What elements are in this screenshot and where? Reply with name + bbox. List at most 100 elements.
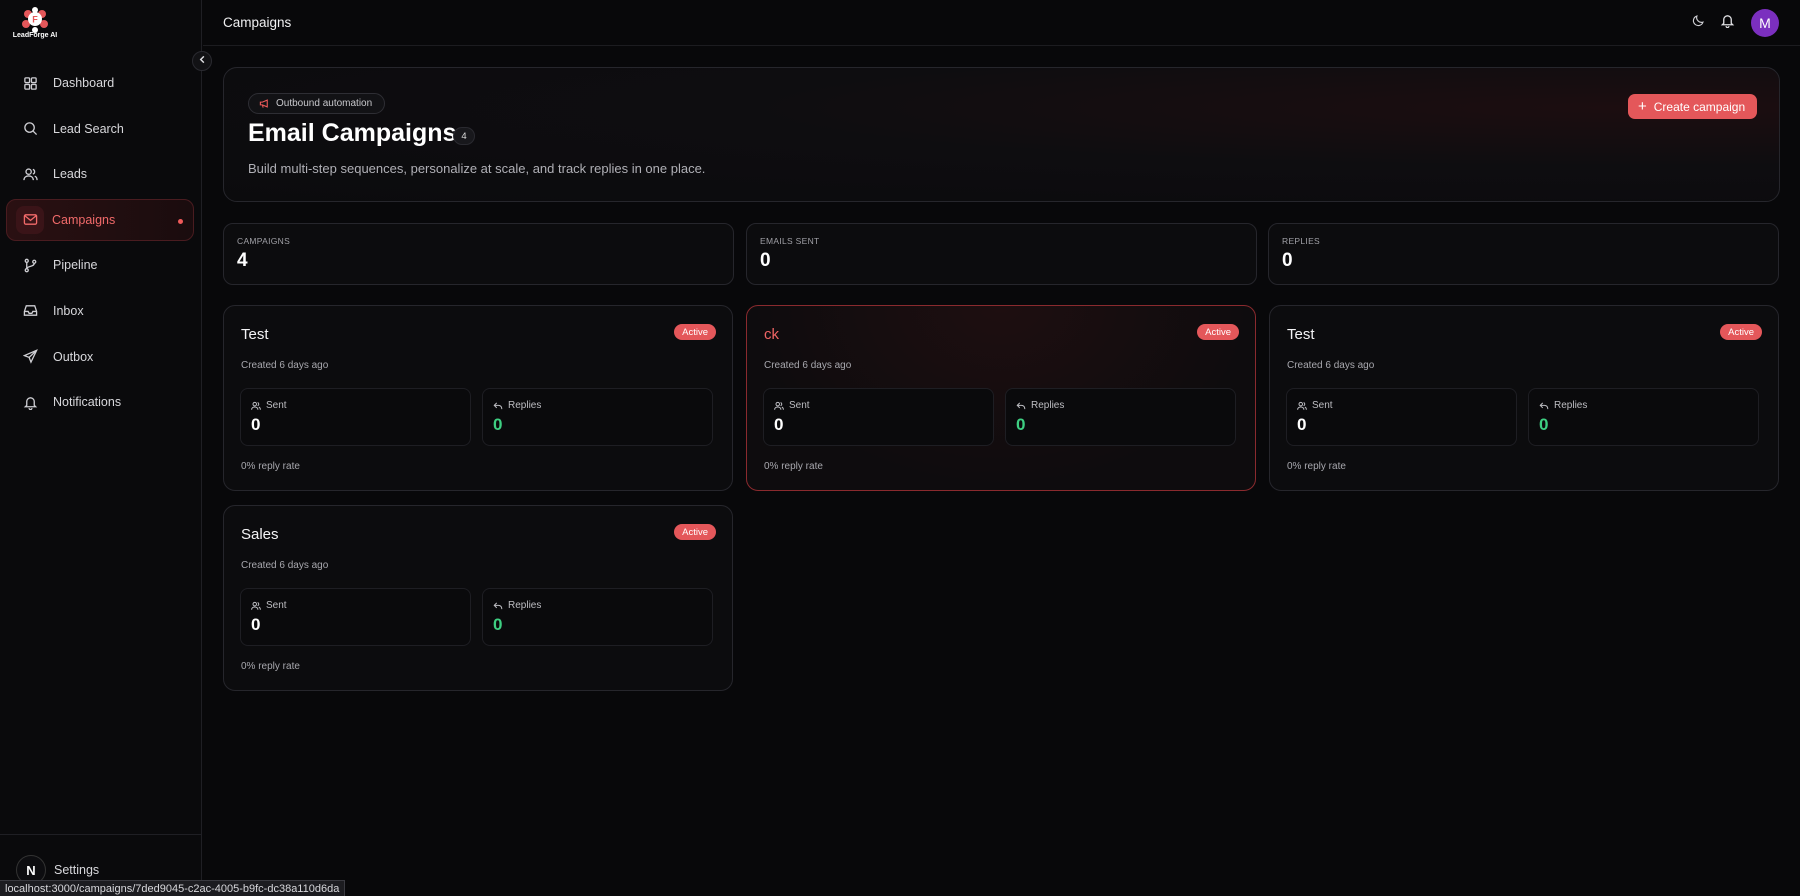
sidebar-item-label: Dashboard (53, 76, 115, 90)
sidebar-nav: Dashboard Lead Search Leads Campaigns Pi… (6, 62, 194, 427)
campaign-name: Test (241, 326, 269, 343)
campaign-card[interactable]: ck Active Created 6 days ago Sent 0 Repl… (746, 305, 1256, 491)
sent-metric: Sent 0 (240, 388, 471, 446)
theme-toggle-button[interactable] (1690, 15, 1706, 31)
reply-icon (493, 401, 503, 411)
replies-value: 0 (493, 415, 503, 434)
send-icon (22, 349, 38, 365)
reply-rate: 0% reply rate (241, 461, 300, 472)
status-badge: Active (1720, 324, 1762, 340)
metric-label: Replies (508, 400, 542, 411)
sidebar-item-pipeline[interactable]: Pipeline (6, 244, 194, 286)
sent-value: 0 (1297, 415, 1307, 434)
sidebar-item-dashboard[interactable]: Dashboard (6, 62, 194, 104)
settings-label: Settings (54, 863, 100, 877)
sidebar-item-outbox[interactable]: Outbox (6, 336, 194, 378)
branch-icon (22, 257, 38, 273)
metric-label: Replies (508, 600, 542, 611)
sidebar-item-label: Notifications (53, 395, 122, 410)
replies-metric: Replies 0 (482, 588, 713, 646)
stat-value: 0 (760, 250, 771, 271)
users-icon (251, 401, 261, 411)
users-icon (22, 166, 38, 182)
sidebar-item-label: Leads (53, 167, 88, 182)
stat-replies: REPLIES 0 (1268, 223, 1779, 285)
sidebar-item-label: Inbox (53, 303, 84, 318)
campaign-card[interactable]: Test Active Created 6 days ago Sent 0 Re… (1269, 305, 1779, 491)
campaign-count-badge: 4 (453, 127, 475, 145)
sent-metric: Sent 0 (1286, 388, 1517, 446)
metric-label: Sent (266, 400, 287, 411)
metric-label: Sent (266, 600, 287, 611)
bell-icon (22, 394, 38, 410)
stat-label: CAMPAIGNS (237, 236, 291, 246)
sent-value: 0 (774, 415, 784, 434)
mail-icon (16, 205, 44, 234)
sidebar-item-lead-search[interactable]: Lead Search (6, 108, 194, 150)
megaphone-icon (259, 98, 270, 109)
sidebar-item-label: Lead Search (53, 121, 124, 136)
status-badge: Active (674, 324, 716, 340)
stat-campaigns: CAMPAIGNS 4 (223, 223, 734, 285)
metric-label: Sent (1312, 400, 1333, 411)
outbound-automation-pill: Outbound automation (248, 93, 386, 114)
pill-label: Outbound automation (276, 98, 373, 109)
sent-metric: Sent 0 (240, 588, 471, 646)
status-badge: Active (674, 524, 716, 540)
grid-icon (22, 75, 38, 91)
metric-label: Replies (1031, 400, 1065, 411)
sidebar-item-leads[interactable]: Leads (6, 153, 194, 195)
metric-label: Sent (789, 400, 810, 411)
inbox-icon (22, 303, 38, 319)
created-date: Created 6 days ago (241, 560, 329, 571)
create-campaign-button[interactable]: + Create campaign (1628, 94, 1758, 119)
sidebar-item-campaigns[interactable]: Campaigns (6, 198, 194, 241)
sidebar: F LeadForge AI Dashboard Lead Search Lea… (0, 0, 202, 896)
hero-title: Email Campaigns (248, 119, 457, 147)
users-icon (251, 601, 261, 611)
browser-status-url: localhost:3000/campaigns/7ded9045-c2ac-4… (0, 880, 346, 896)
sidebar-item-notifications[interactable]: Notifications (6, 381, 194, 423)
user-avatar[interactable]: M (1751, 9, 1779, 37)
replies-value: 0 (1016, 415, 1026, 434)
bell-icon (1720, 13, 1735, 33)
stat-label: REPLIES (1282, 236, 1321, 246)
sent-value: 0 (251, 415, 261, 434)
users-icon (1297, 401, 1307, 411)
sidebar-item-label: Pipeline (53, 258, 98, 273)
replies-metric: Replies 0 (1005, 388, 1236, 446)
replies-metric: Replies 0 (1528, 388, 1759, 446)
moon-icon (1692, 14, 1705, 32)
created-date: Created 6 days ago (241, 360, 329, 371)
hero-subtitle: Build multi-step sequences, personalize … (248, 161, 706, 176)
reply-rate: 0% reply rate (764, 461, 823, 472)
reply-icon (1016, 401, 1026, 411)
notifications-button[interactable] (1719, 15, 1735, 31)
brand-logo[interactable]: F LeadForge AI (12, 6, 58, 42)
replies-metric: Replies 0 (482, 388, 713, 446)
campaign-name: Test (1287, 326, 1315, 343)
top-header: Campaigns M (203, 0, 1800, 46)
created-date: Created 6 days ago (1287, 360, 1375, 371)
users-icon (774, 401, 784, 411)
sidebar-item-inbox[interactable]: Inbox (6, 290, 194, 332)
collapse-sidebar-button[interactable] (192, 51, 212, 71)
campaigns-hero: Outbound automation Email Campaigns 4 Bu… (223, 67, 1780, 202)
created-date: Created 6 days ago (764, 360, 852, 371)
svg-text:F: F (32, 15, 38, 25)
metric-label: Replies (1554, 400, 1588, 411)
stat-value: 0 (1282, 250, 1293, 271)
sent-value: 0 (251, 615, 261, 634)
reply-icon (1539, 401, 1549, 411)
create-campaign-label: Create campaign (1653, 99, 1746, 114)
campaign-name: ck (764, 326, 779, 343)
stat-value: 4 (237, 250, 248, 271)
stat-emails-sent: EMAILS SENT 0 (746, 223, 1257, 285)
active-indicator-dot (178, 218, 183, 224)
reply-rate: 0% reply rate (1287, 461, 1346, 472)
campaign-card[interactable]: Test Active Created 6 days ago Sent 0 Re… (223, 305, 733, 491)
replies-value: 0 (1539, 415, 1549, 434)
status-badge: Active (1197, 324, 1239, 340)
reply-icon (493, 601, 503, 611)
campaign-card[interactable]: Sales Active Created 6 days ago Sent 0 R… (223, 505, 733, 691)
